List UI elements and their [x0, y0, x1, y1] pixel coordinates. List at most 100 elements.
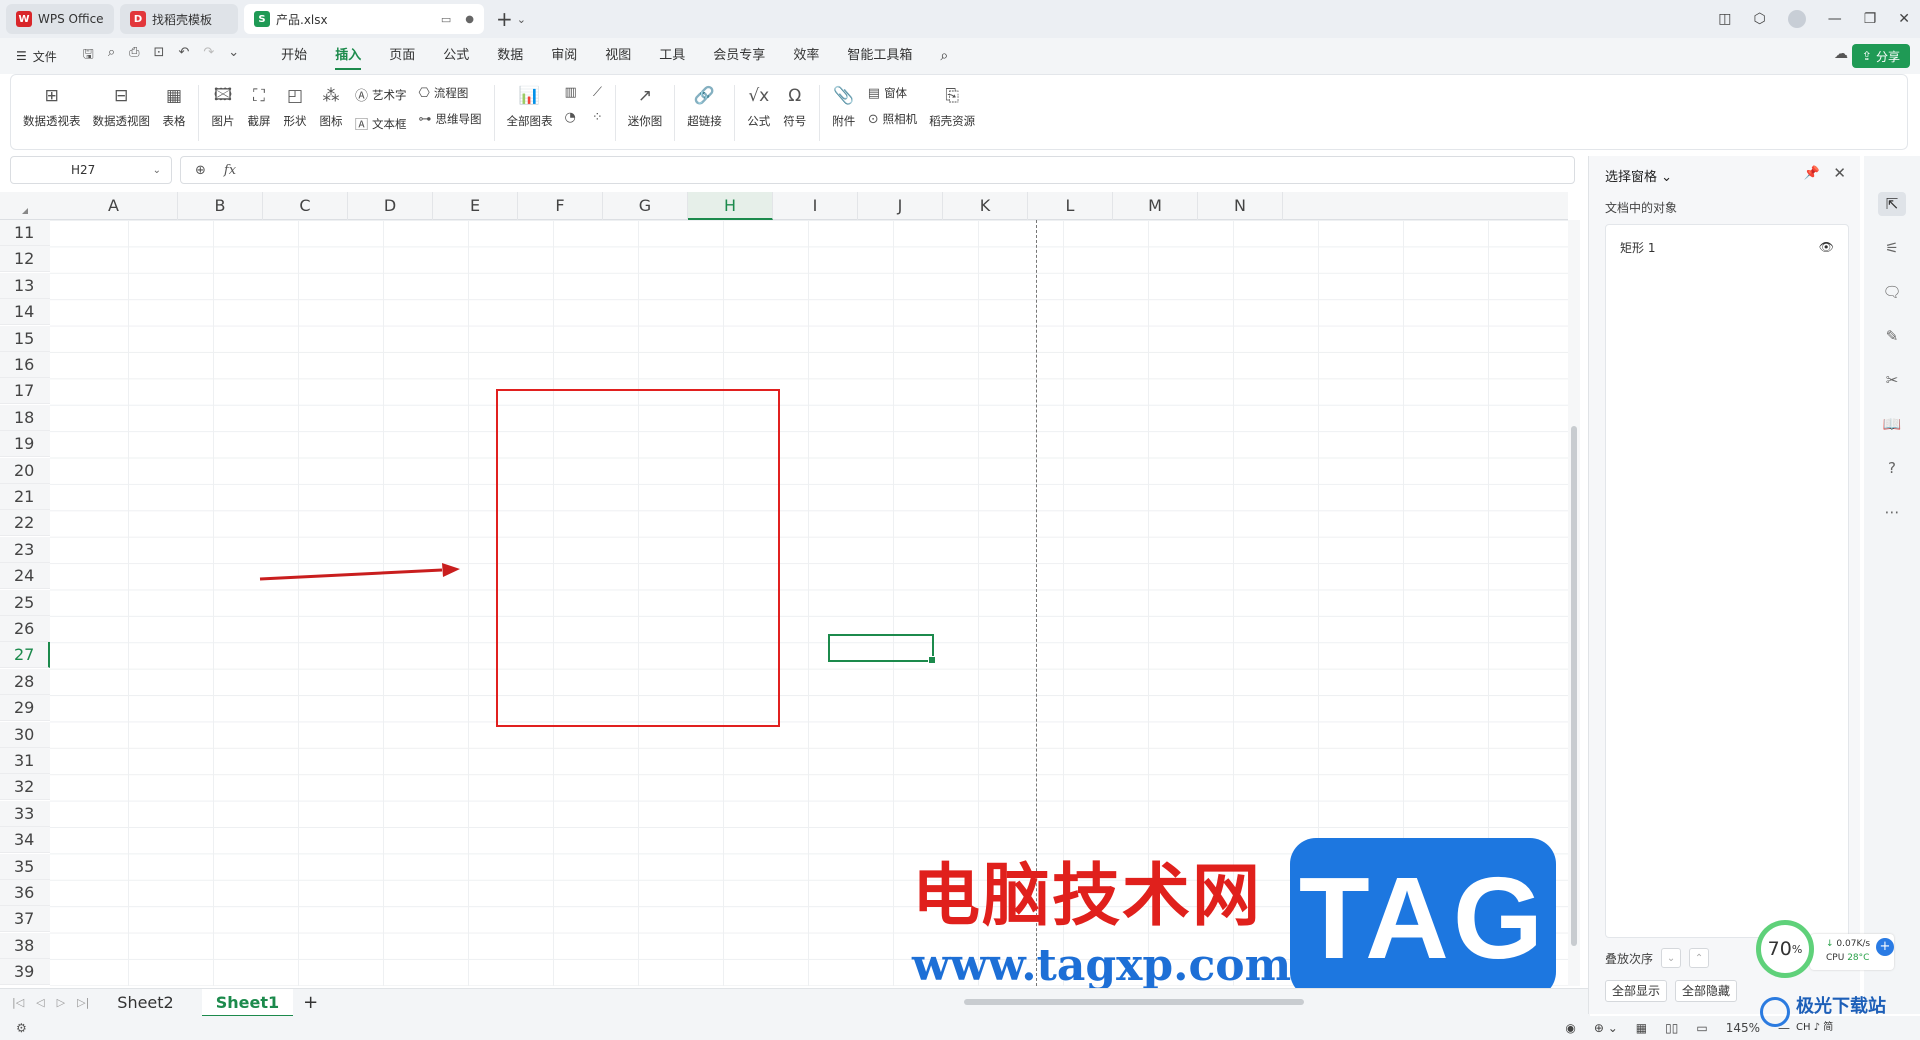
- menu-insert[interactable]: 插入: [321, 38, 375, 74]
- row-header-21[interactable]: 21: [0, 484, 50, 510]
- close-icon[interactable]: ✕: [1898, 11, 1910, 27]
- table-button[interactable]: ▦ 表格: [156, 85, 192, 129]
- zoom-level[interactable]: 145%: [1726, 1021, 1760, 1035]
- row-header-39[interactable]: 39: [0, 959, 50, 986]
- textbox-button[interactable]: 🄰 文本框: [355, 114, 407, 134]
- cloud-icon[interactable]: ☁: [1834, 46, 1848, 62]
- rectangle-shape[interactable]: [496, 389, 780, 727]
- column-header-d[interactable]: D: [348, 192, 433, 220]
- menu-member[interactable]: 会员专享: [699, 38, 779, 74]
- close-pane-icon[interactable]: ✕: [1833, 164, 1846, 182]
- menu-tools[interactable]: 工具: [645, 38, 699, 74]
- visibility-eye-icon[interactable]: 👁: [1819, 240, 1834, 254]
- column-header-h[interactable]: H: [688, 192, 773, 220]
- next-sheet-icon[interactable]: ▷: [57, 996, 65, 1009]
- more-icon[interactable]: ⋯: [1878, 500, 1906, 524]
- row-header-32[interactable]: 32: [0, 774, 50, 801]
- menu-view[interactable]: 视图: [591, 38, 645, 74]
- daoke-resources-button[interactable]: ⎘ 稻壳资源: [923, 85, 981, 129]
- pivot-chart-button[interactable]: ⊟ 数据透视图: [87, 85, 157, 129]
- save-icon[interactable]: 🖫: [83, 45, 94, 67]
- column-header-a[interactable]: A: [50, 192, 178, 220]
- column-header-n[interactable]: N: [1198, 192, 1283, 220]
- row-header-35[interactable]: 35: [0, 853, 50, 880]
- row-header-12[interactable]: 12: [0, 246, 50, 273]
- sheet-tab-sheet2[interactable]: Sheet2: [103, 989, 187, 1017]
- screenshot-button[interactable]: ⛶ 截屏: [241, 85, 277, 129]
- share-button[interactable]: ⇪ 分享: [1851, 44, 1910, 68]
- eye-protection-icon[interactable]: ◉: [1565, 1021, 1575, 1035]
- attachment-button[interactable]: 📎 附件: [826, 85, 862, 129]
- row-header-26[interactable]: 26: [0, 616, 50, 642]
- column-header-m[interactable]: M: [1113, 192, 1198, 220]
- shape-button[interactable]: ◰ 形状: [277, 85, 313, 129]
- mindmap-button[interactable]: ⊶ 思维导图: [419, 111, 482, 127]
- boost-plus-icon[interactable]: +: [1876, 938, 1894, 956]
- new-tab-icon[interactable]: +: [496, 7, 513, 31]
- add-sheet-icon[interactable]: +: [303, 992, 318, 1013]
- unsaved-dot-icon[interactable]: ●: [465, 14, 474, 25]
- name-box[interactable]: H27 ⌄: [10, 156, 172, 184]
- all-charts-button[interactable]: 📊 全部图表: [501, 85, 559, 129]
- search-icon[interactable]: ⌕: [926, 38, 962, 74]
- row-header-15[interactable]: 15: [0, 325, 50, 352]
- adjust-icon[interactable]: ⚟: [1878, 236, 1906, 260]
- menu-formula[interactable]: 公式: [429, 38, 483, 74]
- selection-pane-title[interactable]: 选择窗格 ⌄: [1605, 166, 1672, 185]
- column-header-g[interactable]: G: [603, 192, 688, 220]
- select-all-corner[interactable]: [0, 192, 50, 220]
- normal-view-icon[interactable]: ▦: [1636, 1021, 1647, 1035]
- row-header-13[interactable]: 13: [0, 272, 50, 299]
- formula-button[interactable]: √x 公式: [741, 85, 777, 129]
- selected-cell[interactable]: [828, 634, 936, 664]
- print-preview-icon[interactable]: ⊡: [154, 45, 165, 67]
- menu-data[interactable]: 数据: [483, 38, 537, 74]
- tab-wps-office[interactable]: W WPS Office: [6, 4, 114, 34]
- first-sheet-icon[interactable]: |◁: [12, 996, 24, 1009]
- last-sheet-icon[interactable]: ▷|: [77, 996, 89, 1009]
- row-header-33[interactable]: 33: [0, 800, 50, 827]
- icon-button[interactable]: ⁂ 图标: [313, 85, 349, 129]
- row-header-30[interactable]: 30: [0, 721, 50, 748]
- horizontal-scrollbar[interactable]: [944, 998, 1564, 1006]
- memory-gauge[interactable]: 70%: [1756, 920, 1814, 978]
- flowchart-button[interactable]: ⎔ 流程图: [419, 85, 482, 101]
- row-header-24[interactable]: 24: [0, 563, 50, 590]
- page-layout-icon[interactable]: ▯▯: [1665, 1021, 1678, 1035]
- row-header-11[interactable]: 11: [0, 220, 50, 246]
- book-icon[interactable]: 📖: [1878, 412, 1906, 436]
- monitor-icon[interactable]: ▭: [441, 13, 451, 26]
- formula-input[interactable]: ⊕ fx: [180, 156, 1575, 184]
- row-header-14[interactable]: 14: [0, 299, 50, 326]
- tab-document[interactable]: S 产品.xlsx ▭ ●: [244, 4, 484, 34]
- pie-chart-icon[interactable]: ◔: [565, 110, 576, 125]
- row-header-28[interactable]: 28: [0, 668, 50, 695]
- select-cursor-icon[interactable]: ⇱: [1878, 192, 1906, 216]
- vertical-scroll-thumb[interactable]: [1571, 426, 1577, 946]
- format-icon[interactable]: ✎: [1878, 324, 1906, 348]
- row-header-22[interactable]: 22: [0, 510, 50, 537]
- sparkline-button[interactable]: ↗ 迷你图: [622, 85, 669, 129]
- row-header-36[interactable]: 36: [0, 880, 50, 906]
- menu-page[interactable]: 页面: [375, 38, 429, 74]
- wordart-button[interactable]: Ⓐ 艺术字: [355, 85, 407, 105]
- format-painter-icon[interactable]: ⌕: [108, 45, 115, 67]
- menu-smart-toolbox[interactable]: 智能工具箱: [833, 38, 926, 74]
- hyperlink-button[interactable]: 🔗 超链接: [681, 85, 728, 129]
- column-header-l[interactable]: L: [1028, 192, 1113, 220]
- row-header-37[interactable]: 37: [0, 906, 50, 933]
- window-form-button[interactable]: ▤ 窗体: [868, 85, 917, 101]
- vertical-scrollbar[interactable]: [1568, 220, 1580, 986]
- row-header-25[interactable]: 25: [0, 589, 50, 616]
- prev-sheet-icon[interactable]: ◁: [36, 996, 44, 1009]
- row-header-23[interactable]: 23: [0, 536, 50, 563]
- line-chart-icon[interactable]: ⟋: [593, 85, 602, 100]
- column-header-j[interactable]: J: [858, 192, 943, 220]
- row-header-27[interactable]: 27: [0, 642, 50, 669]
- column-header-i[interactable]: I: [773, 192, 858, 220]
- file-menu[interactable]: ☰ 文件: [16, 48, 57, 65]
- scatter-chart-icon[interactable]: ⁘: [592, 110, 603, 125]
- layout-icon[interactable]: ◫: [1718, 11, 1731, 27]
- tools-icon[interactable]: ✂: [1878, 368, 1906, 392]
- row-header-18[interactable]: 18: [0, 404, 50, 431]
